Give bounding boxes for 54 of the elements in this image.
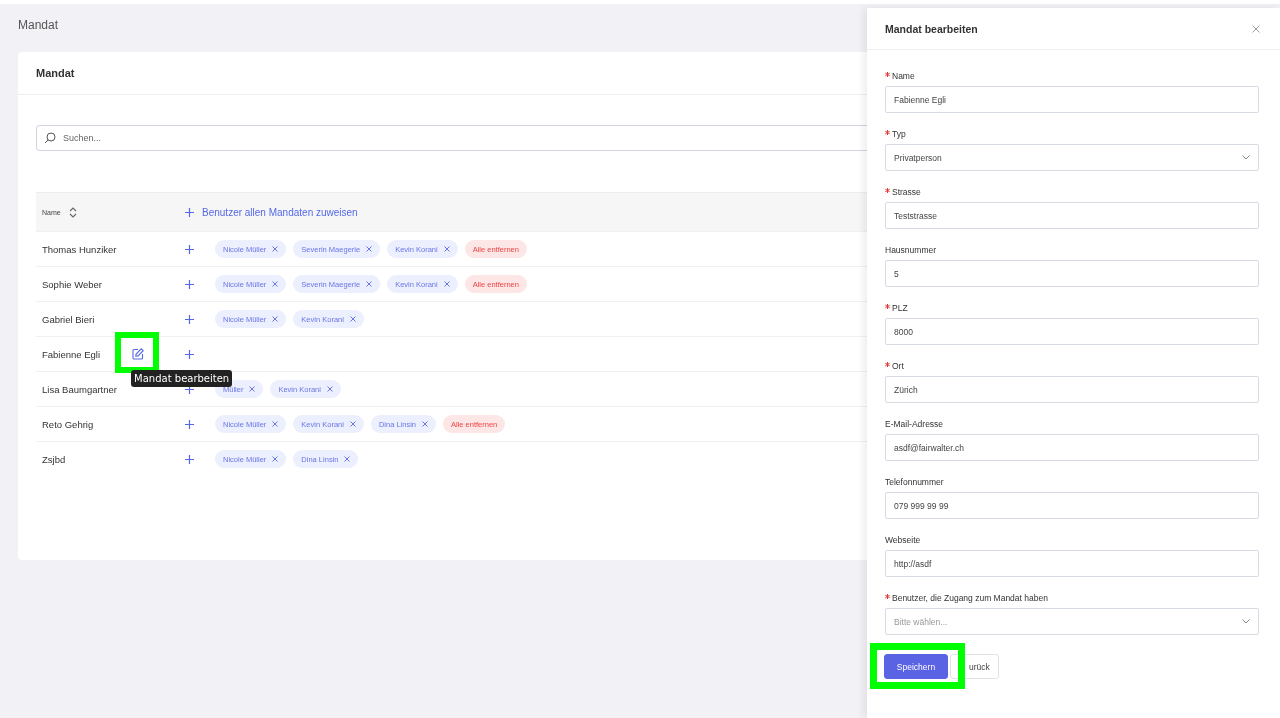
table-cell: Zsjbd: [42, 453, 66, 465]
field-label: Telefonnummer: [885, 477, 944, 487]
card-title: Mandat: [36, 67, 75, 79]
table-cell: Sophie Weber: [42, 278, 103, 290]
tooltip: Mandat bearbeiten: [131, 370, 233, 387]
save-button[interactable]: Speichern: [884, 654, 948, 679]
close-icon[interactable]: [443, 281, 450, 287]
close-icon[interactable]: [366, 246, 373, 252]
input-field[interactable]: http://asdf: [885, 550, 1259, 577]
close-icon[interactable]: [272, 316, 279, 322]
sort-icon[interactable]: [68, 206, 77, 218]
field-label: Name: [892, 71, 915, 81]
page-title: Mandat: [18, 18, 59, 32]
table-cell: Fabienne Egli: [42, 348, 101, 360]
chevron-down-icon[interactable]: [1242, 619, 1250, 624]
field-label: Typ: [892, 129, 906, 139]
edit-icon[interactable]: [132, 348, 145, 360]
input-field[interactable]: 8000: [885, 318, 1259, 345]
close-icon[interactable]: [272, 246, 279, 252]
close-icon[interactable]: [349, 421, 356, 427]
close-icon[interactable]: [326, 386, 333, 392]
chevron-down-icon[interactable]: [1242, 155, 1250, 160]
drawer-title: Mandat bearbeiten: [885, 22, 978, 35]
input-field[interactable]: 5: [885, 260, 1259, 287]
input-field[interactable]: Fabienne Egli: [885, 86, 1259, 113]
field-label: Strasse: [892, 187, 921, 197]
close-icon[interactable]: [272, 421, 279, 427]
close-icon[interactable]: [1252, 24, 1260, 33]
field-label: Webseite: [885, 535, 921, 545]
field-label: Hausnummer: [885, 245, 937, 255]
plus-icon[interactable]: [185, 384, 194, 394]
close-icon[interactable]: [272, 281, 279, 287]
select-field[interactable]: Privatperson: [885, 144, 1259, 171]
field-label: Ort: [892, 361, 904, 371]
input-field[interactable]: Teststrasse: [885, 202, 1259, 229]
close-icon[interactable]: [272, 456, 279, 462]
close-icon[interactable]: [366, 281, 373, 287]
field-label: E-Mail-Adresse: [885, 419, 944, 429]
table-cell: Lisa Baumgartner: [42, 383, 117, 395]
input-field[interactable]: 079 999 99 99: [885, 492, 1259, 519]
assign-all-link[interactable]: Benutzer allen Mandaten zuweisen: [185, 206, 358, 218]
table-cell: Thomas Hunziker: [42, 243, 117, 255]
close-icon[interactable]: [344, 456, 351, 462]
search-icon[interactable]: [44, 132, 56, 144]
field-label: Benutzer, die Zugang zum Mandat haben: [892, 593, 1048, 603]
field-label: PLZ: [892, 303, 908, 313]
close-icon[interactable]: [249, 386, 256, 392]
table-cell: Gabriel Bieri: [42, 313, 95, 325]
close-icon[interactable]: [349, 316, 356, 322]
close-icon[interactable]: [422, 421, 428, 427]
input-field[interactable]: Zürich: [885, 376, 1259, 403]
input-field[interactable]: asdf@fairwalter.ch: [885, 434, 1259, 461]
close-icon[interactable]: [443, 246, 450, 252]
table-cell: Reto Gehrig: [42, 418, 94, 430]
